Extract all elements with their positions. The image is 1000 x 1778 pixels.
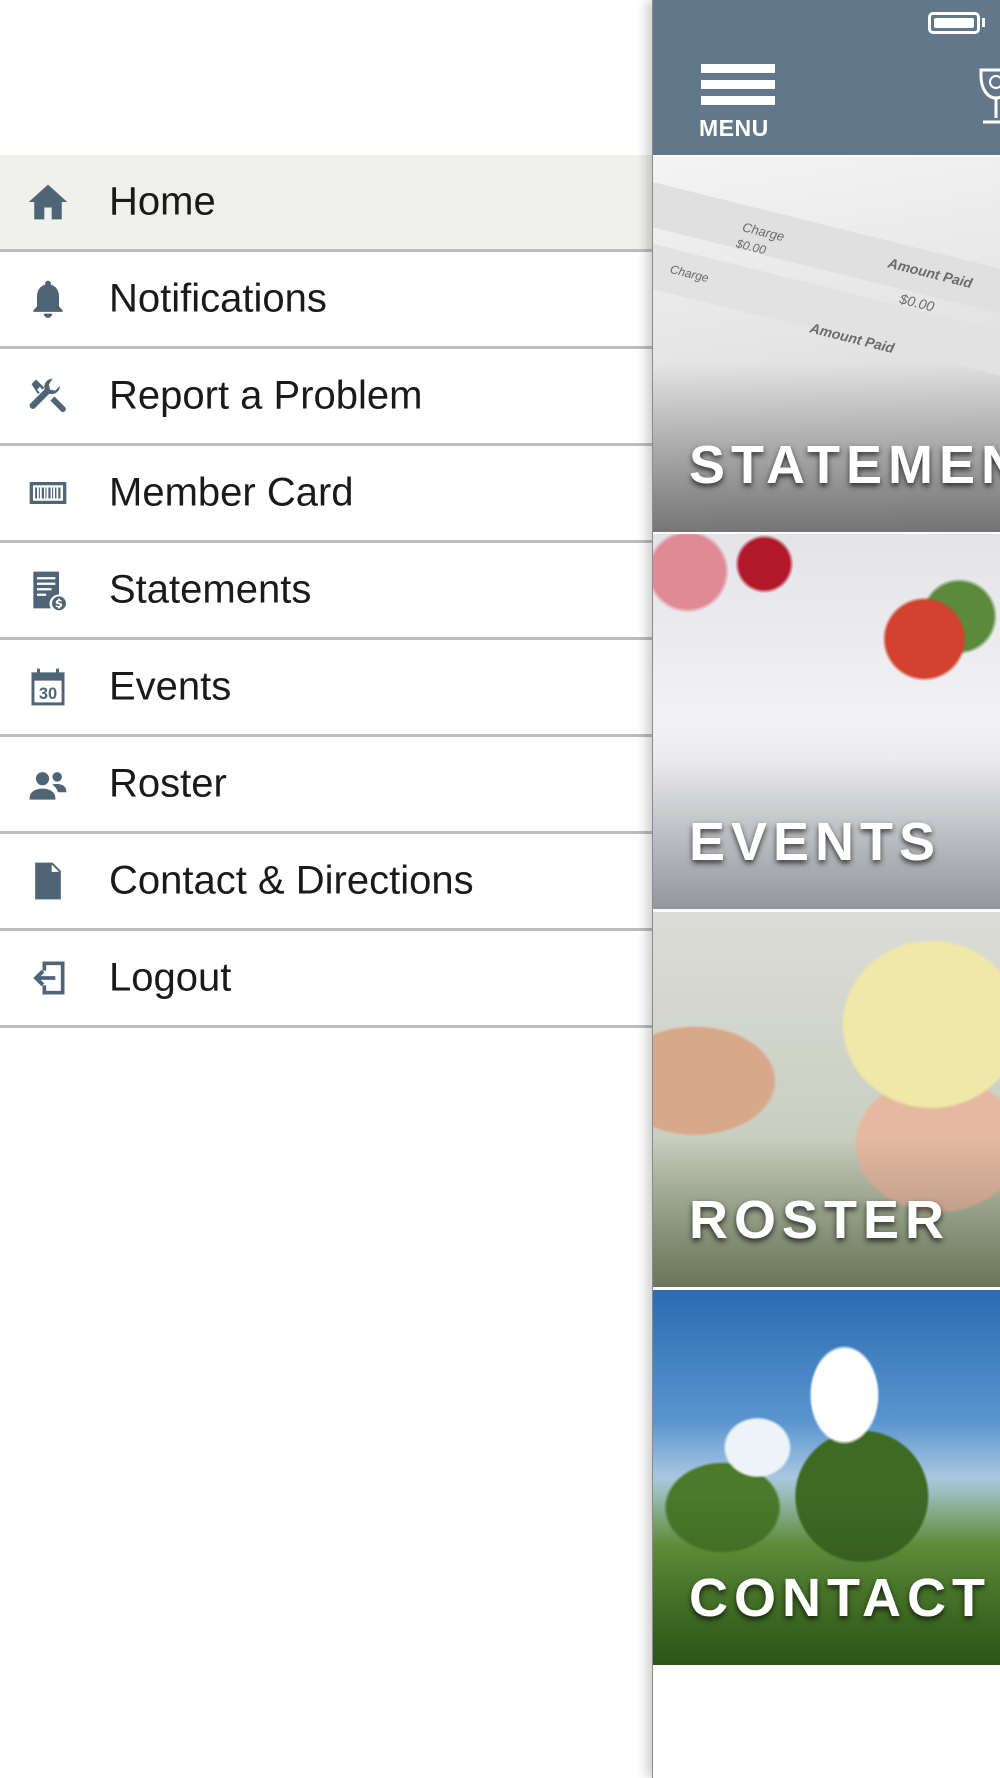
drawer-item-label: Member Card bbox=[109, 470, 354, 515]
drawer-menu-list: Home Notifications Report a Problem Memb… bbox=[0, 155, 652, 1028]
drawer-item-label: Notifications bbox=[109, 276, 327, 321]
battery-tip bbox=[982, 18, 985, 27]
drawer-item-label: Contact & Directions bbox=[109, 858, 474, 903]
home-icon bbox=[26, 180, 70, 224]
logout-icon bbox=[26, 956, 70, 1000]
drawer-item-label: Roster bbox=[109, 761, 227, 806]
barcode-card-icon bbox=[26, 471, 70, 515]
hamburger-icon bbox=[701, 64, 775, 73]
tools-icon bbox=[26, 374, 70, 418]
tile-contact-directions[interactable]: CONTACT & bbox=[653, 1288, 1000, 1665]
drawer-item-label: Events bbox=[109, 664, 232, 709]
app-header: MENU bbox=[653, 0, 1000, 155]
tile-roster[interactable]: ROSTER bbox=[653, 910, 1000, 1287]
calendar-icon: 30 bbox=[26, 665, 70, 709]
document-icon bbox=[26, 859, 70, 903]
drawer-item-label: Report a Problem bbox=[109, 373, 423, 418]
drawer-item-statements[interactable]: Statements bbox=[0, 543, 652, 640]
tile-events[interactable]: EVENTS bbox=[653, 532, 1000, 909]
statement-icon bbox=[26, 568, 70, 612]
menu-button[interactable]: MENU bbox=[699, 64, 779, 144]
tile-label: STATEMEN bbox=[689, 435, 1000, 495]
bell-icon bbox=[26, 277, 70, 321]
tile-label: ROSTER bbox=[689, 1190, 951, 1250]
drawer-item-logout[interactable]: Logout bbox=[0, 931, 652, 1028]
drawer-item-contact-directions[interactable]: Contact & Directions bbox=[0, 834, 652, 931]
tile-statements[interactable]: Charge Amount Paid $0.00 $0.00 Charge Am… bbox=[653, 155, 1000, 532]
drawer-item-label: Home bbox=[109, 179, 216, 224]
drawer-item-events[interactable]: 30 Events bbox=[0, 640, 652, 737]
tile-label: EVENTS bbox=[689, 812, 942, 872]
navigation-drawer: Home Notifications Report a Problem Memb… bbox=[0, 0, 652, 1778]
calendar-day-text: 30 bbox=[39, 685, 57, 703]
drawer-item-label: Statements bbox=[109, 567, 312, 612]
drawer-item-report-problem[interactable]: Report a Problem bbox=[0, 349, 652, 446]
hamburger-bar bbox=[701, 96, 775, 105]
drawer-item-label: Logout bbox=[109, 955, 232, 1000]
drawer-item-member-card[interactable]: Member Card bbox=[0, 446, 652, 543]
drawer-item-home[interactable]: Home bbox=[0, 155, 652, 252]
drawer-item-notifications[interactable]: Notifications bbox=[0, 252, 652, 349]
menu-label: MENU bbox=[699, 115, 769, 141]
tile-label: CONTACT & bbox=[689, 1568, 1000, 1628]
main-panel: MENU Charge Amount Paid $0.00 $0.00 Char… bbox=[652, 0, 1000, 1778]
trophy-logo-icon bbox=[979, 68, 1000, 124]
people-icon bbox=[26, 762, 70, 806]
hamburger-bar bbox=[701, 80, 775, 89]
panel-bottom-space bbox=[653, 1668, 1000, 1778]
drawer-item-roster[interactable]: Roster bbox=[0, 737, 652, 834]
battery-icon bbox=[928, 12, 980, 34]
